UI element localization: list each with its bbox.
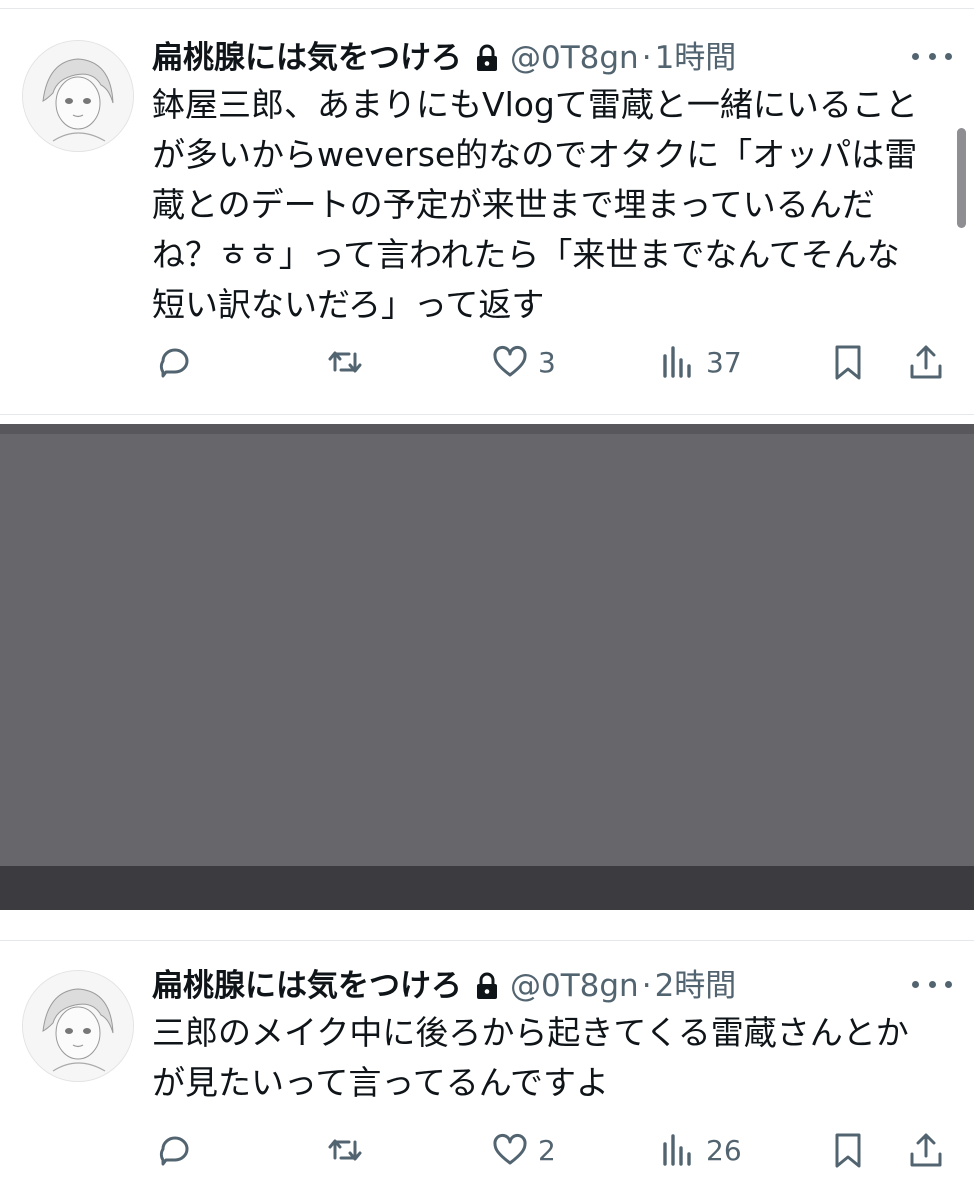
like-icon — [493, 1133, 527, 1165]
separator-dot: · — [641, 40, 652, 76]
timestamp[interactable]: 2時間 — [655, 966, 737, 1006]
reply-icon — [159, 348, 189, 378]
media-top-shade — [0, 424, 974, 434]
avatar[interactable] — [22, 40, 134, 152]
more-icon[interactable] — [912, 42, 952, 70]
tweet-header: 扁桃腺には気をつけろ @0T8gn · 2時間 — [152, 966, 914, 1006]
like-count: 2 — [538, 1133, 556, 1167]
retweet-button[interactable] — [325, 1128, 373, 1172]
like-icon — [493, 345, 527, 377]
tweet-divider — [0, 414, 974, 415]
handle[interactable]: @0T8gn — [510, 966, 639, 1006]
retweet-icon — [328, 1139, 362, 1161]
like-count: 3 — [538, 345, 556, 379]
lock-icon — [474, 971, 500, 1001]
reply-button[interactable] — [155, 1128, 203, 1172]
reply-button[interactable] — [155, 340, 203, 384]
tweet-2[interactable]: 扁桃腺には気をつけろ @0T8gn · 2時間 三郎のメイク中に後ろから起きてく… — [0, 966, 974, 1200]
bookmark-icon — [835, 1133, 861, 1168]
bookmark-icon — [835, 345, 861, 380]
tweet-text: 鉢屋三郎、あまりにもVlogて雷蔵と一緒にいることが多いからweverse的なの… — [152, 85, 918, 324]
avatar-image — [23, 971, 133, 1081]
reply-icon — [159, 1136, 189, 1166]
retweet-icon — [328, 351, 362, 373]
display-name[interactable]: 扁桃腺には気をつけろ — [152, 966, 462, 1006]
timestamp[interactable]: 1時間 — [655, 38, 737, 78]
avatar[interactable] — [22, 970, 134, 1082]
bookmark-button[interactable] — [828, 1128, 868, 1172]
media-divider — [0, 940, 974, 941]
display-name[interactable]: 扁桃腺には気をつけろ — [152, 38, 462, 78]
share-icon — [910, 1133, 942, 1167]
action-bar: 3 37 — [0, 340, 974, 384]
views-icon — [663, 346, 691, 378]
more-icon[interactable] — [912, 970, 952, 998]
media-bottom-band — [0, 866, 974, 910]
views-button[interactable]: 26 — [658, 1128, 742, 1172]
like-button[interactable]: 3 — [490, 340, 556, 384]
views-count: 37 — [706, 345, 742, 379]
media-placeholder — [0, 424, 974, 910]
share-button[interactable] — [906, 340, 946, 384]
like-button[interactable]: 2 — [490, 1128, 556, 1172]
avatar-image — [23, 41, 133, 151]
action-bar: 2 26 — [0, 1128, 974, 1172]
tweet-text: 三郎のメイク中に後ろから起きてくる雷蔵さんとかが見たいって言ってるんですよ — [152, 1013, 909, 1102]
share-icon — [910, 345, 942, 379]
tweet-header: 扁桃腺には気をつけろ @0T8gn · 1時間 — [152, 38, 914, 78]
scrollbar[interactable] — [957, 128, 966, 228]
handle[interactable]: @0T8gn — [510, 38, 639, 78]
lock-icon — [474, 43, 500, 73]
tweet-1[interactable]: 扁桃腺には気をつけろ @0T8gn · 1時間 鉢屋三郎、あまりにもVlogて雷… — [0, 38, 974, 408]
retweet-button[interactable] — [325, 340, 373, 384]
views-button[interactable]: 37 — [658, 340, 742, 384]
views-icon — [663, 1134, 691, 1166]
share-button[interactable] — [906, 1128, 946, 1172]
bookmark-button[interactable] — [828, 340, 868, 384]
top-divider — [0, 8, 974, 9]
separator-dot: · — [641, 968, 652, 1004]
views-count: 26 — [706, 1133, 742, 1167]
